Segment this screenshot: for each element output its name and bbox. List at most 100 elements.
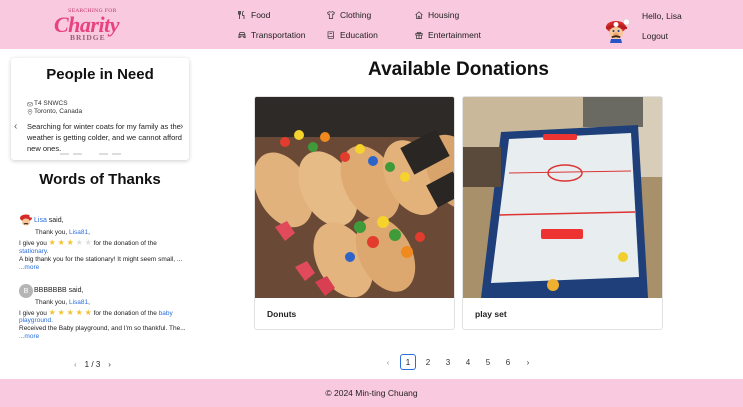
nav-transportation-label: Transportation — [251, 30, 306, 40]
need-carousel-indicators — [60, 153, 121, 155]
gift-icon — [415, 31, 423, 39]
page-button-3[interactable]: 3 — [440, 354, 456, 370]
nav-clothing-label: Clothing — [340, 10, 372, 20]
car-icon — [238, 32, 246, 38]
donation-card-label: play set — [475, 309, 507, 319]
thanks-author-name: BBBBBBB — [34, 287, 67, 294]
thanks-excerpt: A big thank you for the stationary! It m… — [19, 256, 183, 263]
thanks-item-link[interactable]: stationary. — [19, 248, 49, 255]
thanks-donation-text: for the donation of the — [93, 240, 157, 247]
star-icon: ★ — [48, 238, 56, 247]
star-rating: ★ ★ ★ ★ ★ — [48, 238, 94, 247]
page-button-2[interactable]: 2 — [420, 354, 436, 370]
thanks-recipient-link[interactable]: Lisa81 — [69, 299, 88, 306]
thanks-prev-arrow[interactable]: ‹ — [74, 360, 77, 369]
star-empty-icon: ★ — [84, 238, 92, 247]
thanks-more-link[interactable]: ...more — [19, 333, 39, 340]
star-empty-icon: ★ — [75, 238, 83, 247]
thanks-rating-line: I give you ★ ★ ★ ★ ★ for the donation of… — [19, 308, 173, 317]
need-location-text: Toronto, Canada — [34, 108, 83, 115]
footer-copyright: © 2024 Min-ting Chuang — [325, 388, 418, 398]
star-icon: ★ — [66, 238, 74, 247]
shirt-icon — [327, 11, 335, 19]
need-postal: T4 SNWCS — [27, 100, 68, 107]
utensils-icon — [238, 11, 245, 19]
page-next-arrow[interactable]: › — [520, 354, 536, 370]
user-avatar[interactable] — [603, 15, 631, 43]
nav-entertainment-label: Entertainment — [428, 30, 481, 40]
thanks-recipient-link[interactable]: Lisa81 — [69, 229, 88, 236]
carousel-dot[interactable] — [73, 153, 82, 155]
nav-entertainment[interactable]: Entertainment — [415, 30, 481, 40]
page-button-5[interactable]: 5 — [480, 354, 496, 370]
thanks-page-current: 1 — [84, 360, 90, 369]
thanks-rating-line: I give you ★ ★ ★ ★ ★ for the donation of… — [19, 238, 157, 247]
nav-transportation[interactable]: Transportation — [238, 30, 306, 40]
thanks-excerpt: Received the Baby playground, and I'm so… — [19, 325, 186, 332]
thanks-author-link[interactable]: Lisa — [34, 217, 47, 224]
star-icon: ★ — [84, 308, 92, 317]
star-icon: ★ — [66, 308, 74, 317]
thanks-page-total: 3 — [95, 360, 101, 369]
nav-food[interactable]: Food — [238, 10, 270, 20]
thanks-next-arrow[interactable]: › — [108, 360, 111, 369]
page-prev-arrow[interactable]: ‹ — [380, 354, 396, 370]
need-location: Toronto, Canada — [27, 108, 82, 115]
logo-subtitle: BRIDGE — [70, 33, 106, 42]
need-prev-arrow[interactable]: ‹ — [14, 121, 17, 132]
people-in-need-title: People in Need — [46, 66, 154, 83]
nav-education[interactable]: Education — [327, 30, 378, 40]
thanks-item-link[interactable]: baby — [159, 310, 173, 317]
thanks-more-link[interactable]: ...more — [19, 264, 39, 271]
thanks-said: said, — [46, 217, 64, 224]
star-rating: ★ ★ ★ ★ ★ — [49, 308, 94, 317]
thanks-header: Lisa said, — [34, 217, 64, 224]
star-icon: ★ — [75, 308, 83, 317]
thanks-greeting: Thank you, Lisa81, — [35, 299, 90, 306]
location-pin-icon — [27, 108, 33, 115]
page-button-6[interactable]: 6 — [500, 354, 516, 370]
thanks-author-avatar — [20, 214, 33, 226]
need-postal-code: T4 SNWCS — [34, 100, 68, 107]
nav-housing[interactable]: Housing — [415, 10, 459, 20]
thanks-page-separator: / — [91, 360, 94, 369]
thanks-greeting: Thank you, Lisa81, — [35, 229, 90, 236]
charity-bridge-logo[interactable]: SEARCHING FOR Charity BRIDGE — [54, 8, 120, 42]
donation-card-play-set[interactable]: play set — [462, 96, 663, 330]
donation-card-donuts[interactable]: Donuts — [254, 96, 455, 330]
book-icon — [327, 31, 334, 39]
site-header: SEARCHING FOR Charity BRIDGE Food Clothi… — [0, 0, 743, 49]
thanks-item-link-cont[interactable]: playground. — [19, 317, 53, 324]
user-greeting: Hello, Lisa — [642, 11, 682, 21]
nav-education-label: Education — [340, 30, 378, 40]
nav-food-label: Food — [251, 10, 271, 20]
carousel-dot[interactable] — [86, 153, 95, 155]
need-description: Searching for winter coats for my family… — [27, 122, 182, 153]
star-icon: ★ — [57, 308, 65, 317]
page-button-1[interactable]: 1 — [400, 354, 416, 370]
site-footer: © 2024 Min-ting Chuang — [0, 379, 743, 407]
words-of-thanks-title: Words of Thanks — [39, 171, 161, 188]
nav-clothing[interactable]: Clothing — [327, 10, 371, 20]
donuts-photo — [255, 97, 454, 298]
carousel-dot[interactable] — [60, 153, 69, 155]
thanks-greeting-text: Thank you, — [35, 229, 69, 236]
house-icon — [415, 11, 423, 19]
thanks-author-avatar: B — [19, 284, 33, 298]
people-in-need-card: People in Need T4 SNWCS Toronto, Canada … — [11, 58, 189, 160]
nav-housing-label: Housing — [428, 10, 460, 20]
logout-link[interactable]: Logout — [642, 31, 668, 41]
carousel-dot[interactable] — [112, 153, 121, 155]
thanks-greeting-text: Thank you, — [35, 299, 69, 306]
thanks-said: said, — [66, 287, 84, 294]
donation-card-label: Donuts — [267, 309, 297, 319]
thanks-give-text: I give you — [19, 310, 47, 317]
carousel-dot[interactable] — [99, 153, 108, 155]
thanks-donation-text: for the donation of the — [93, 310, 157, 317]
donations-title: Available Donations — [368, 59, 549, 80]
air-hockey-table-photo — [463, 97, 662, 298]
need-next-arrow[interactable]: › — [180, 121, 183, 132]
page-button-4[interactable]: 4 — [460, 354, 476, 370]
thanks-pagination: ‹ 1 / 3 › — [74, 360, 111, 369]
donations-pagination: ‹ 1 2 3 4 5 6 › — [380, 354, 536, 370]
